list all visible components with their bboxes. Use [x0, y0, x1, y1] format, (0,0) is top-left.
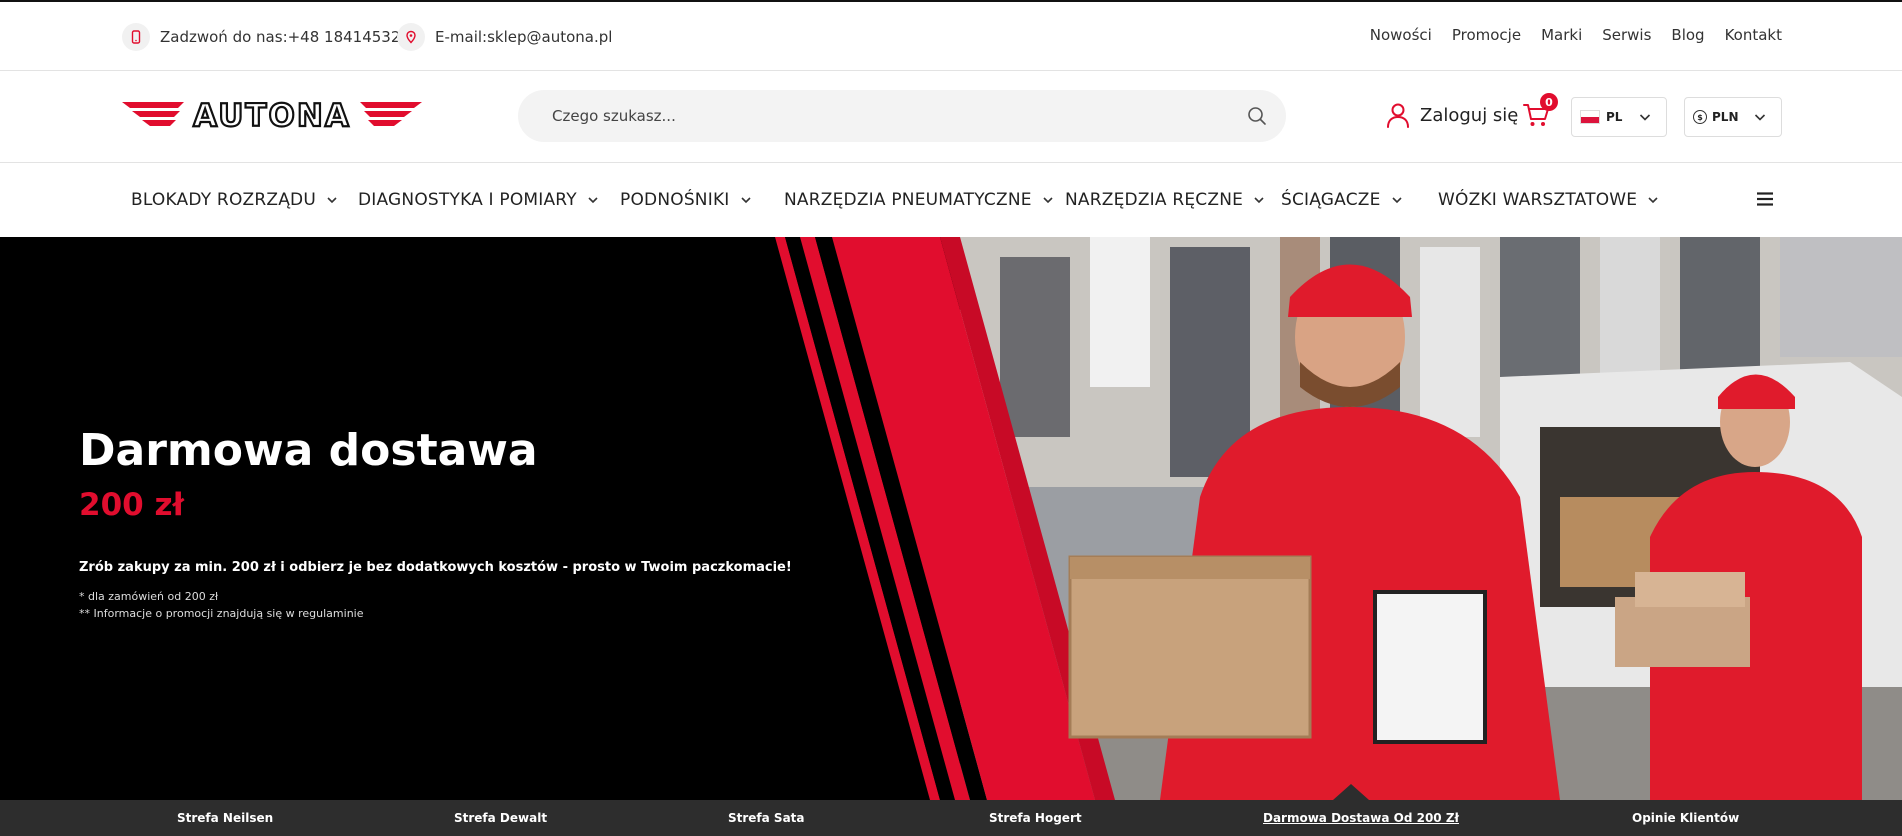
- category-wozki-warsztatowe[interactable]: WÓZKI WARSZTATOWE: [1438, 163, 1659, 237]
- top-link-marki[interactable]: Marki: [1541, 26, 1582, 44]
- tab-opinie-klientow[interactable]: Opinie Klientów: [1632, 800, 1739, 836]
- category-label: NARZĘDZIA RĘCZNE: [1065, 190, 1244, 210]
- top-link-nowosci[interactable]: Nowości: [1370, 26, 1432, 44]
- hero-image: [775, 237, 1902, 800]
- tab-strefa-hogert[interactable]: Strefa Hogert: [989, 800, 1082, 836]
- chevron-down-icon: [1254, 197, 1264, 204]
- search-icon[interactable]: [1246, 105, 1268, 127]
- category-label: NARZĘDZIA PNEUMATYCZNE: [784, 190, 1032, 210]
- poland-flag-icon: [1580, 110, 1600, 124]
- category-label: BLOKADY ROZRZĄDU: [131, 190, 316, 210]
- slider-tabs: Strefa Neilsen Strefa Dewalt Strefa Sata…: [0, 784, 1902, 836]
- top-link-serwis[interactable]: Serwis: [1602, 26, 1651, 44]
- phone-contact[interactable]: Zadzwoń do nas:+48 184145324: [122, 23, 410, 51]
- phone-text: Zadzwoń do nas:+48 184145324: [160, 28, 410, 46]
- email-text: E-mail:sklep@autona.pl: [435, 28, 613, 46]
- category-label: DIAGNOSTYKA I POMIARY: [358, 190, 577, 210]
- category-label: ŚCIĄGACZE: [1281, 190, 1381, 210]
- cart-button[interactable]: 0: [1522, 93, 1558, 129]
- top-link-promocje[interactable]: Promocje: [1452, 26, 1521, 44]
- logo-text: AUTONA: [193, 99, 351, 129]
- top-links: Nowości Promocje Marki Serwis Blog Konta…: [1370, 26, 1782, 44]
- category-blokady-rozrzadu[interactable]: BLOKADY ROZRZĄDU: [131, 163, 338, 237]
- language-select[interactable]: PL: [1571, 97, 1667, 137]
- hero-title: Darmowa dostawa: [79, 425, 538, 476]
- top-bar: Zadzwoń do nas:+48 184145324 E-mail:skle…: [0, 0, 1902, 71]
- login-button[interactable]: Zaloguj się: [1384, 101, 1518, 129]
- category-narzedzia-pneumatyczne[interactable]: NARZĘDZIA PNEUMATYCZNE: [784, 163, 1054, 237]
- chevron-down-icon: [327, 197, 337, 204]
- category-label: WÓZKI WARSZTATOWE: [1438, 190, 1638, 210]
- language-value: PL: [1606, 110, 1623, 124]
- search-input[interactable]: [552, 90, 1232, 142]
- hero-note-1: * dla zamówień od 200 zł: [79, 590, 219, 603]
- menu-hamburger-icon[interactable]: [1755, 189, 1775, 209]
- phone-icon: [122, 23, 150, 51]
- hero-note-2: ** Informacje o promocji znajdują się w …: [79, 607, 364, 620]
- hero-description: Zrób zakupy za min. 200 zł i odbierz je …: [79, 560, 792, 575]
- category-narzedzia-reczne[interactable]: NARZĘDZIA RĘCZNE: [1065, 163, 1265, 237]
- hero-price: 200 zł: [79, 487, 185, 523]
- chevron-down-icon: [1392, 197, 1402, 204]
- tab-strefa-sata[interactable]: Strefa Sata: [728, 800, 805, 836]
- hero-banner[interactable]: Darmowa dostawa 200 zł Zrób zakupy za mi…: [0, 237, 1902, 800]
- currency-select[interactable]: $ PLN: [1684, 97, 1782, 137]
- main-header: AUTONA Zaloguj się 0 PL $ PLN: [0, 71, 1902, 163]
- logo[interactable]: AUTONA: [122, 97, 422, 135]
- currency-value: PLN: [1712, 110, 1739, 124]
- tab-strefa-neilsen[interactable]: Strefa Neilsen: [177, 800, 273, 836]
- category-diagnostyka-i-pomiary[interactable]: DIAGNOSTYKA I POMIARY: [358, 163, 599, 237]
- search-bar: [518, 90, 1286, 142]
- cart-count-badge: 0: [1540, 93, 1558, 111]
- chevron-down-icon: [588, 197, 598, 204]
- category-label: PODNOŚNIKI: [620, 190, 730, 210]
- tab-strefa-dewalt[interactable]: Strefa Dewalt: [454, 800, 547, 836]
- currency-icon: $: [1693, 110, 1707, 124]
- chevron-down-icon: [1754, 114, 1766, 121]
- chevron-down-icon: [1648, 197, 1658, 204]
- location-pin-icon: [397, 23, 425, 51]
- login-label: Zaloguj się: [1420, 104, 1519, 126]
- top-link-kontakt[interactable]: Kontakt: [1725, 26, 1782, 44]
- chevron-down-icon: [1043, 197, 1053, 204]
- category-nav: BLOKADY ROZRZĄDU DIAGNOSTYKA I POMIARY P…: [0, 163, 1902, 237]
- chevron-down-icon: [740, 197, 751, 204]
- category-podnosniki[interactable]: PODNOŚNIKI: [620, 163, 752, 237]
- chevron-down-icon: [1639, 114, 1651, 121]
- email-contact[interactable]: E-mail:sklep@autona.pl: [397, 23, 612, 51]
- tab-darmowa-dostawa[interactable]: Darmowa Dostawa Od 200 Zł: [1263, 800, 1459, 836]
- active-tab-pointer: [1333, 784, 1369, 800]
- user-icon: [1384, 101, 1412, 129]
- top-link-blog[interactable]: Blog: [1671, 26, 1704, 44]
- category-sciagacze[interactable]: ŚCIĄGACZE: [1281, 163, 1403, 237]
